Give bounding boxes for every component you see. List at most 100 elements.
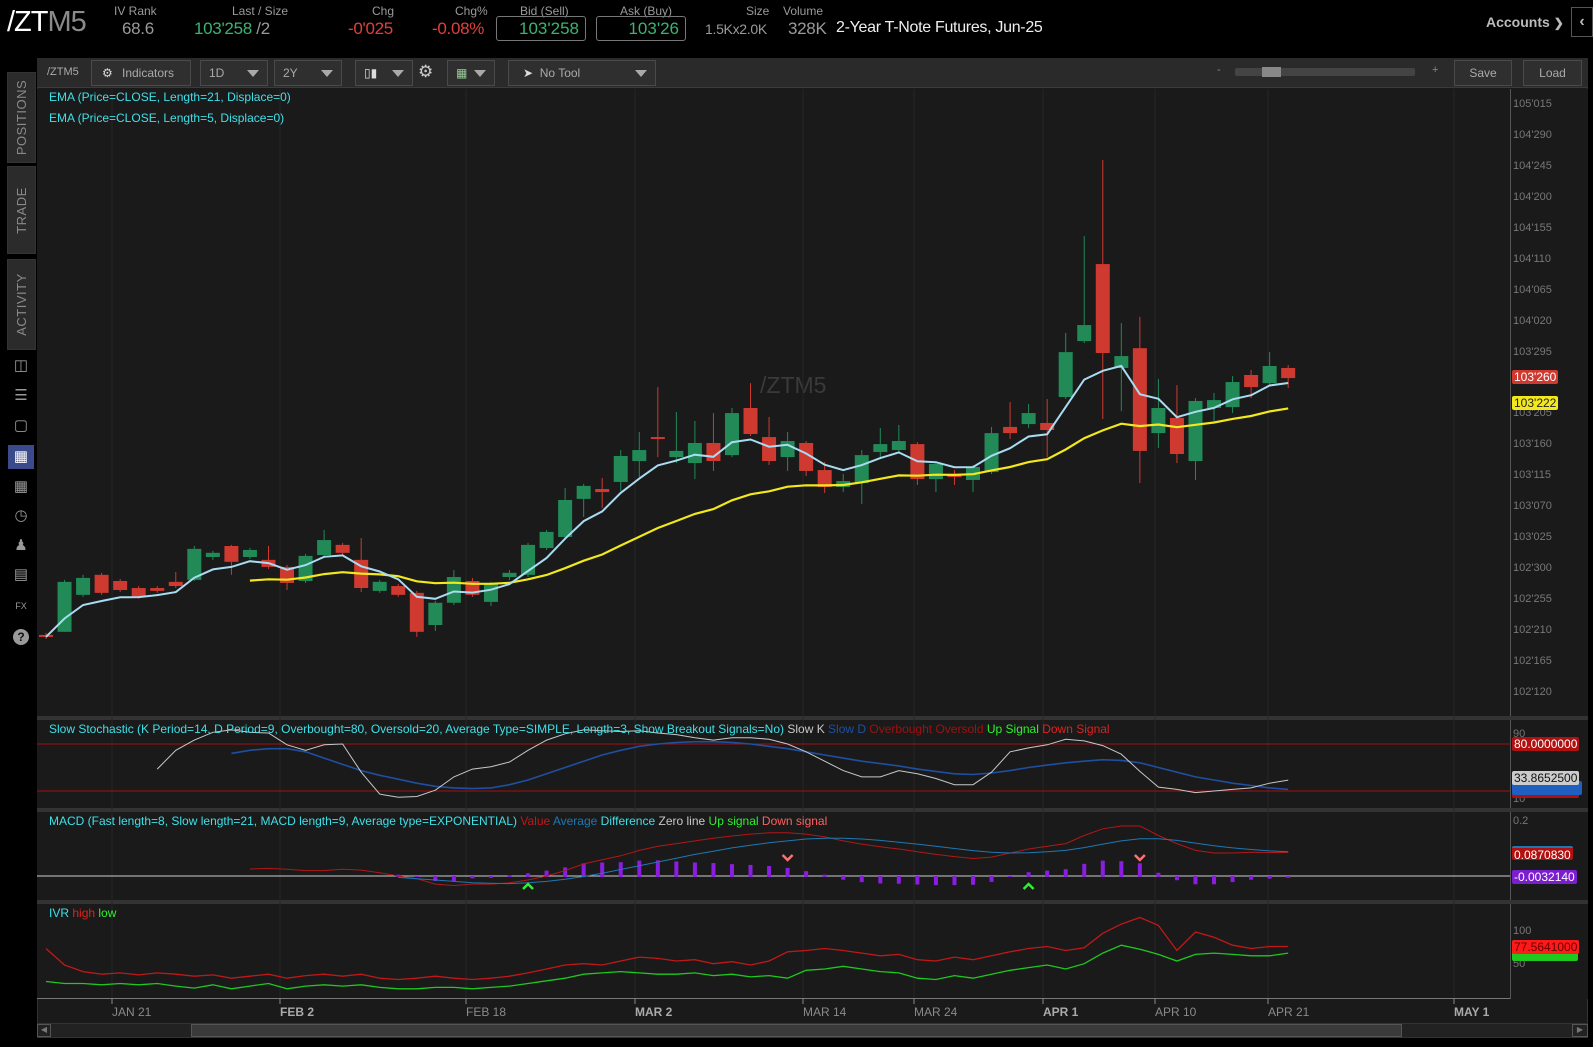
macd-down-signal xyxy=(781,854,794,862)
candle-up xyxy=(372,581,387,591)
macd-histogram-bar xyxy=(989,876,994,882)
overbought-tag: 80.0000000 xyxy=(1512,737,1580,751)
candle-down xyxy=(409,592,424,632)
ivr-low-line xyxy=(45,944,1289,990)
macd-histogram-bar xyxy=(729,864,734,877)
candle-up xyxy=(317,540,332,556)
candle-up xyxy=(891,441,906,451)
stochastic-study-label[interactable]: Slow Stochastic (K Period=14, D Period=9… xyxy=(49,722,1110,736)
candle-down xyxy=(1003,426,1018,434)
price-axis-label: 104'245 xyxy=(1513,159,1552,172)
legend-overbought: Overbought xyxy=(869,722,933,736)
candle-up xyxy=(928,463,943,480)
candle-down xyxy=(335,544,350,553)
macd-histogram-bar xyxy=(470,876,475,879)
price-axis-label: 103'025 xyxy=(1513,531,1552,544)
price-axis-label: 102'165 xyxy=(1513,655,1552,668)
price-axis-label: 105'015 xyxy=(1513,98,1552,110)
macd-histogram-bar xyxy=(600,862,605,877)
legend-oversold: Oversold xyxy=(935,722,984,736)
price-axis-label: 103'160 xyxy=(1513,438,1552,451)
candle-up xyxy=(1262,365,1277,384)
candle-up xyxy=(242,549,257,557)
candle-down xyxy=(762,437,777,462)
candle-up xyxy=(724,413,739,456)
last-price-tag: 103'260 xyxy=(1512,369,1559,384)
candle-up xyxy=(613,455,628,482)
macd-histogram-bar xyxy=(507,875,512,877)
slow-d-line xyxy=(231,740,1289,791)
chart-canvas[interactable] xyxy=(0,0,1593,1047)
price-axis-label: 104'155 xyxy=(1513,221,1552,234)
macd-down-signal xyxy=(1133,854,1146,862)
candle-up xyxy=(854,455,869,484)
candle-up xyxy=(1077,325,1092,342)
legend-difference: Difference xyxy=(600,814,656,828)
macd-histogram-bar xyxy=(1119,861,1124,877)
legend-average: Average xyxy=(552,814,598,828)
macd-histogram-bar xyxy=(1100,860,1105,877)
candle-down xyxy=(743,408,758,434)
price-axis-label: 102'300 xyxy=(1513,562,1552,575)
macd-histogram-bar xyxy=(1286,876,1291,878)
price-axis-label: 103'115 xyxy=(1513,469,1551,482)
macd-histogram-bar xyxy=(859,876,864,883)
price-axis-label: 104'290 xyxy=(1513,128,1552,141)
macd-histogram-bar xyxy=(1230,876,1235,883)
macd-histogram-bar xyxy=(1193,876,1198,885)
candle-down xyxy=(1132,348,1147,451)
macd-histogram-bar xyxy=(822,874,827,877)
macd-histogram-bar xyxy=(841,876,846,880)
candle-up xyxy=(873,444,888,453)
legend-value: Value xyxy=(520,814,551,828)
macd-histogram-bar xyxy=(1045,870,1050,877)
candle-up xyxy=(1151,408,1166,434)
candle-down xyxy=(650,437,665,440)
price-axis-label: 103'070 xyxy=(1513,500,1552,513)
macd-histogram-bar xyxy=(1156,872,1161,877)
macd-histogram-bar xyxy=(692,862,697,877)
macd-histogram-bar xyxy=(711,863,716,877)
ema21-study-label[interactable]: EMA (Price=CLOSE, Length=21, Displace=0) xyxy=(49,90,291,104)
candle-down xyxy=(113,580,128,591)
ivr-study-label[interactable]: IVR high low xyxy=(49,906,116,920)
price-axis-label: 102'120 xyxy=(1513,686,1552,698)
legend-low: low xyxy=(98,906,117,920)
macd-histogram-bar xyxy=(1212,876,1217,885)
candle-up xyxy=(446,577,461,603)
candle-up xyxy=(1058,352,1073,398)
candle-down xyxy=(1169,417,1184,455)
study-title: MACD (Fast length=8, Slow length=21, MAC… xyxy=(49,814,518,828)
macd-histogram-bar xyxy=(748,864,753,877)
macd-histogram-bar xyxy=(896,876,901,884)
macd-up-signal xyxy=(522,882,534,890)
candle-up xyxy=(632,450,647,462)
ivr-high-tag: 77.5641000 xyxy=(1512,939,1580,954)
macd-histogram-bar xyxy=(1008,876,1013,877)
price-axis-label: 104'110 xyxy=(1513,252,1551,265)
candle-down xyxy=(1281,367,1296,379)
macd-histogram-bar xyxy=(1267,876,1272,879)
slow-k-line xyxy=(156,729,1289,798)
candle-up xyxy=(984,433,999,473)
candle-up xyxy=(205,552,220,557)
candle-down xyxy=(131,588,146,597)
price-axis-label: 104'065 xyxy=(1513,283,1552,296)
price-axis-label: 104'020 xyxy=(1513,314,1552,327)
macd-histogram-bar xyxy=(655,860,660,877)
macd-axis-label: 0.2 xyxy=(1513,815,1529,827)
macd-histogram-bar xyxy=(767,866,772,877)
candle-up xyxy=(576,485,591,499)
candle-down xyxy=(1244,375,1259,388)
macd-histogram-bar xyxy=(933,876,938,886)
candle-up xyxy=(76,577,91,595)
price-axis-label: 102'255 xyxy=(1513,593,1552,606)
candle-up xyxy=(687,443,702,464)
ema5-study-label[interactable]: EMA (Price=CLOSE, Length=5, Displace=0) xyxy=(49,111,284,125)
macd-histogram-bar xyxy=(488,876,493,878)
candle-down xyxy=(224,545,239,562)
candle-down xyxy=(168,581,183,587)
price-axis-label: 102'210 xyxy=(1513,624,1552,637)
candle-up xyxy=(483,583,498,602)
macd-study-label[interactable]: MACD (Fast length=8, Slow length=21, MAC… xyxy=(49,814,827,828)
